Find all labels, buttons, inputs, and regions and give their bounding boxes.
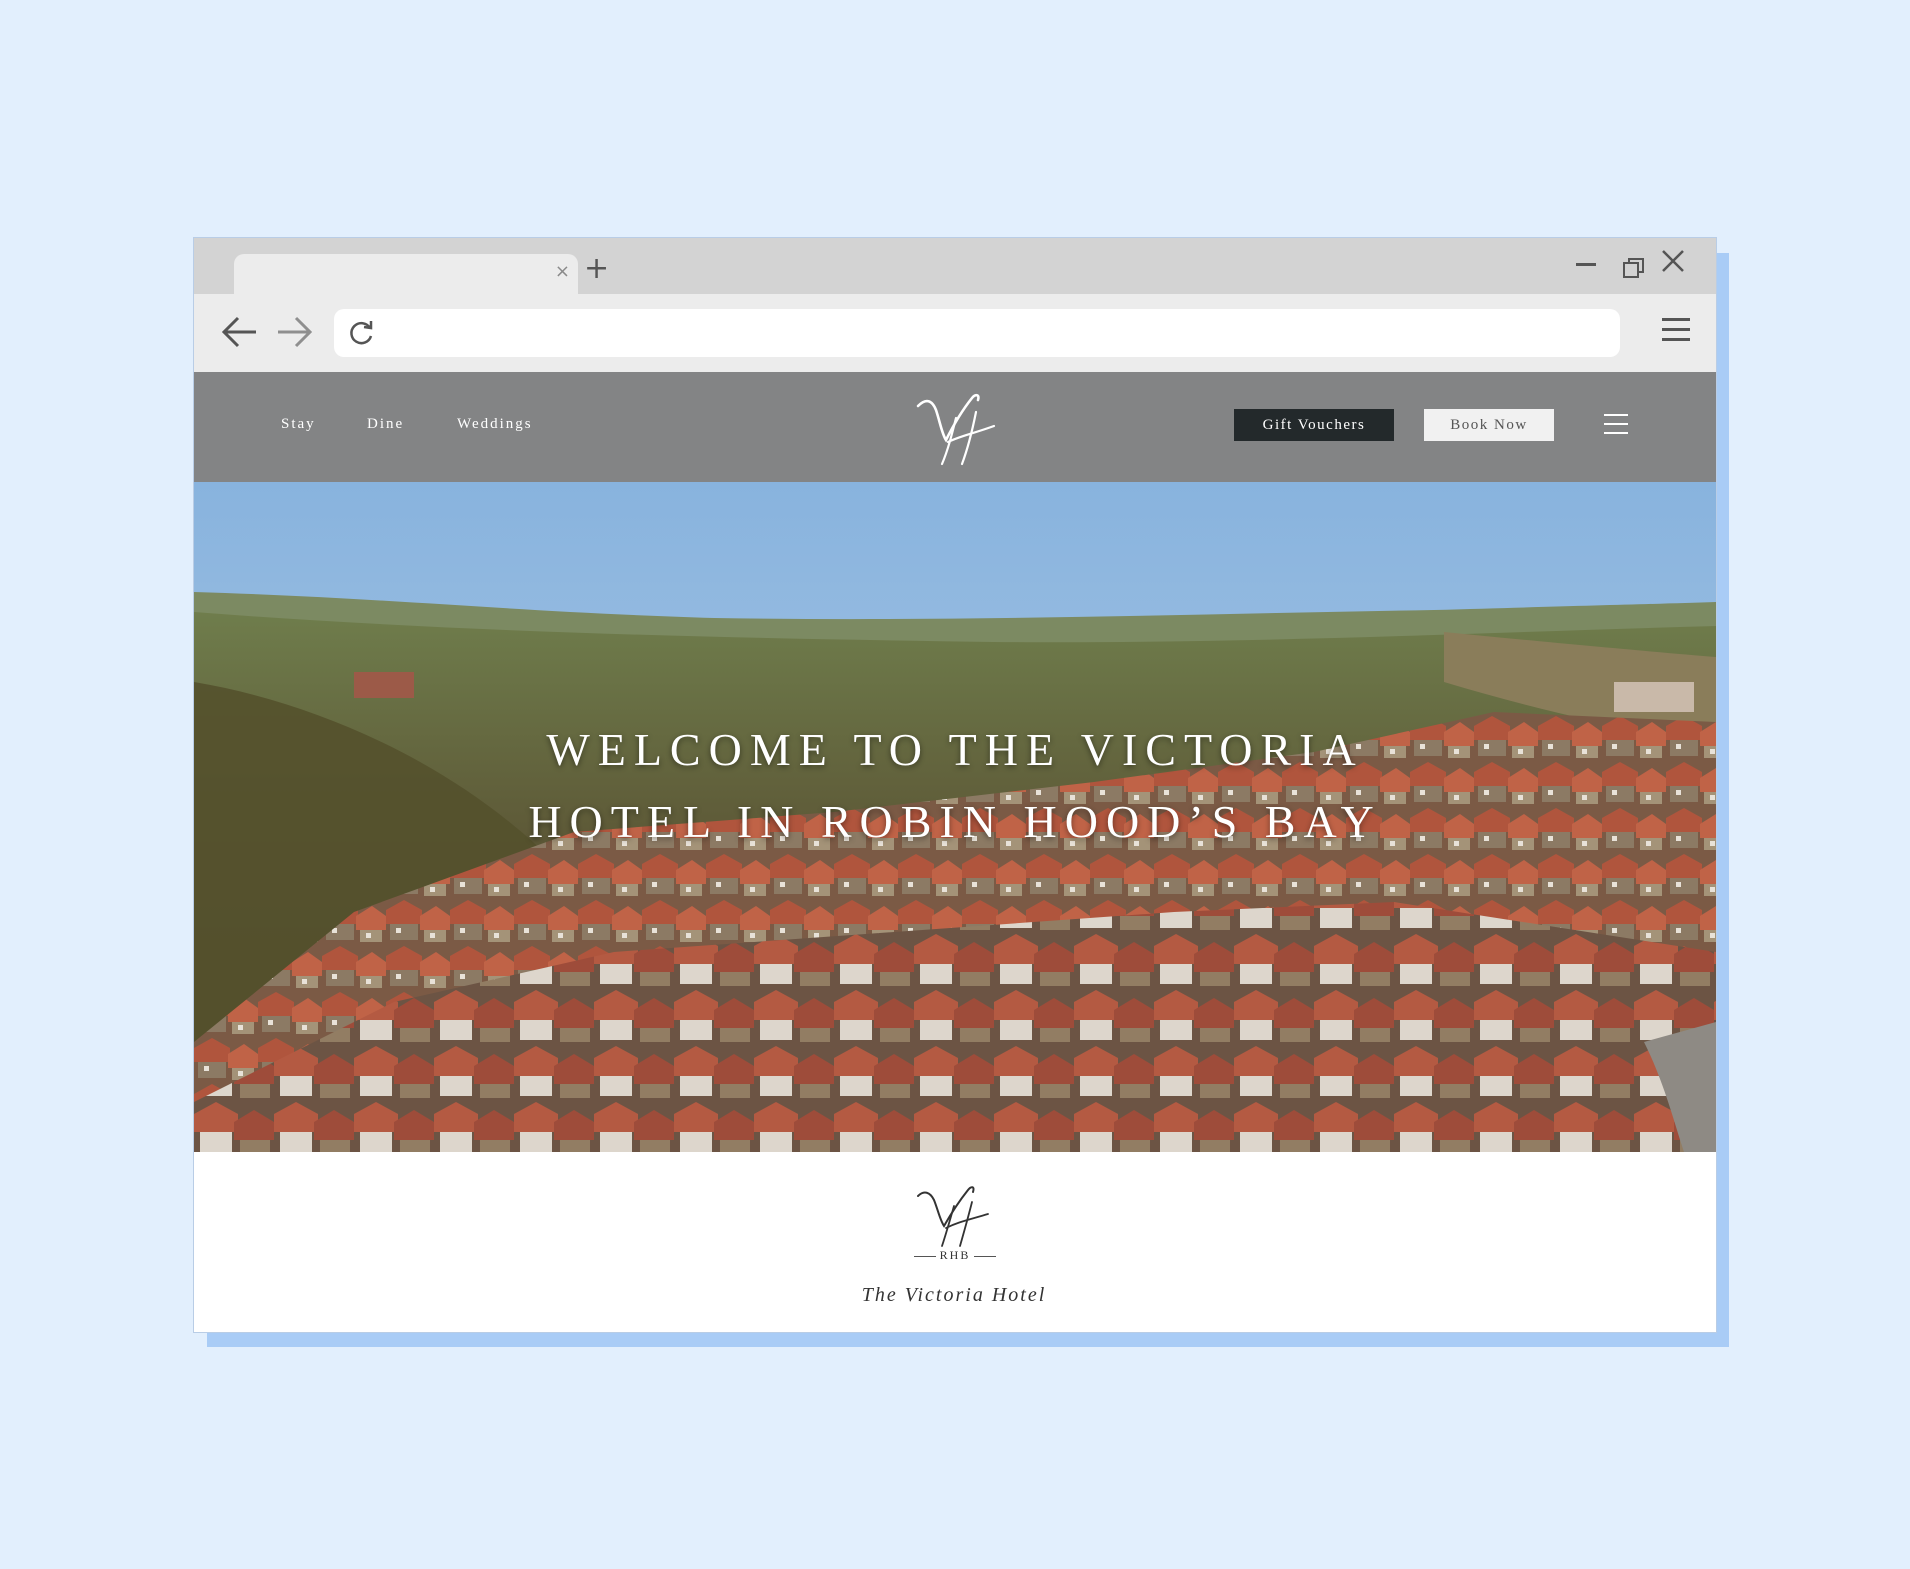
back-arrow-icon[interactable] (220, 314, 258, 355)
hotel-name: The Victoria Hotel (861, 1284, 1047, 1306)
nav-dine[interactable]: Dine (367, 416, 404, 433)
browser-tab[interactable]: × (234, 254, 578, 294)
site-menu-icon[interactable] (1604, 414, 1628, 441)
browser-toolbar (194, 294, 1716, 372)
nav-weddings[interactable]: Weddings (457, 416, 533, 433)
book-now-button[interactable]: Book Now (1424, 409, 1554, 441)
vh-logo[interactable] (912, 388, 1000, 468)
rhb-divider-right (974, 1256, 996, 1257)
menu-icon[interactable] (1662, 318, 1690, 348)
hero-banner: WELCOME TO THE VICTORIA HOTEL IN ROBIN H… (194, 482, 1716, 1152)
tab-bar: × + (194, 238, 1716, 294)
hero-title: WELCOME TO THE VICTORIA HOTEL IN ROBIN H… (528, 724, 1382, 847)
gift-vouchers-button[interactable]: Gift Vouchers (1234, 409, 1394, 441)
maximize-icon[interactable] (1622, 256, 1644, 278)
forward-arrow-icon[interactable] (276, 314, 314, 355)
browser-window: × + Stay Dine Weddings Gift Vouchers Boo… (194, 238, 1716, 1332)
nav-stay[interactable]: Stay (281, 416, 316, 433)
tab-close-icon[interactable]: × (555, 260, 570, 284)
address-bar[interactable] (334, 309, 1620, 357)
reload-icon[interactable] (348, 319, 376, 352)
minimize-icon[interactable] (1576, 263, 1596, 266)
footer-brand: RHB The Victoria Hotel (194, 1152, 1716, 1332)
new-tab-icon[interactable]: + (584, 254, 609, 284)
close-icon[interactable] (1660, 248, 1686, 280)
site-header: Stay Dine Weddings Gift Vouchers Book No… (194, 372, 1716, 482)
vh-rhb-logo (904, 1178, 1004, 1258)
